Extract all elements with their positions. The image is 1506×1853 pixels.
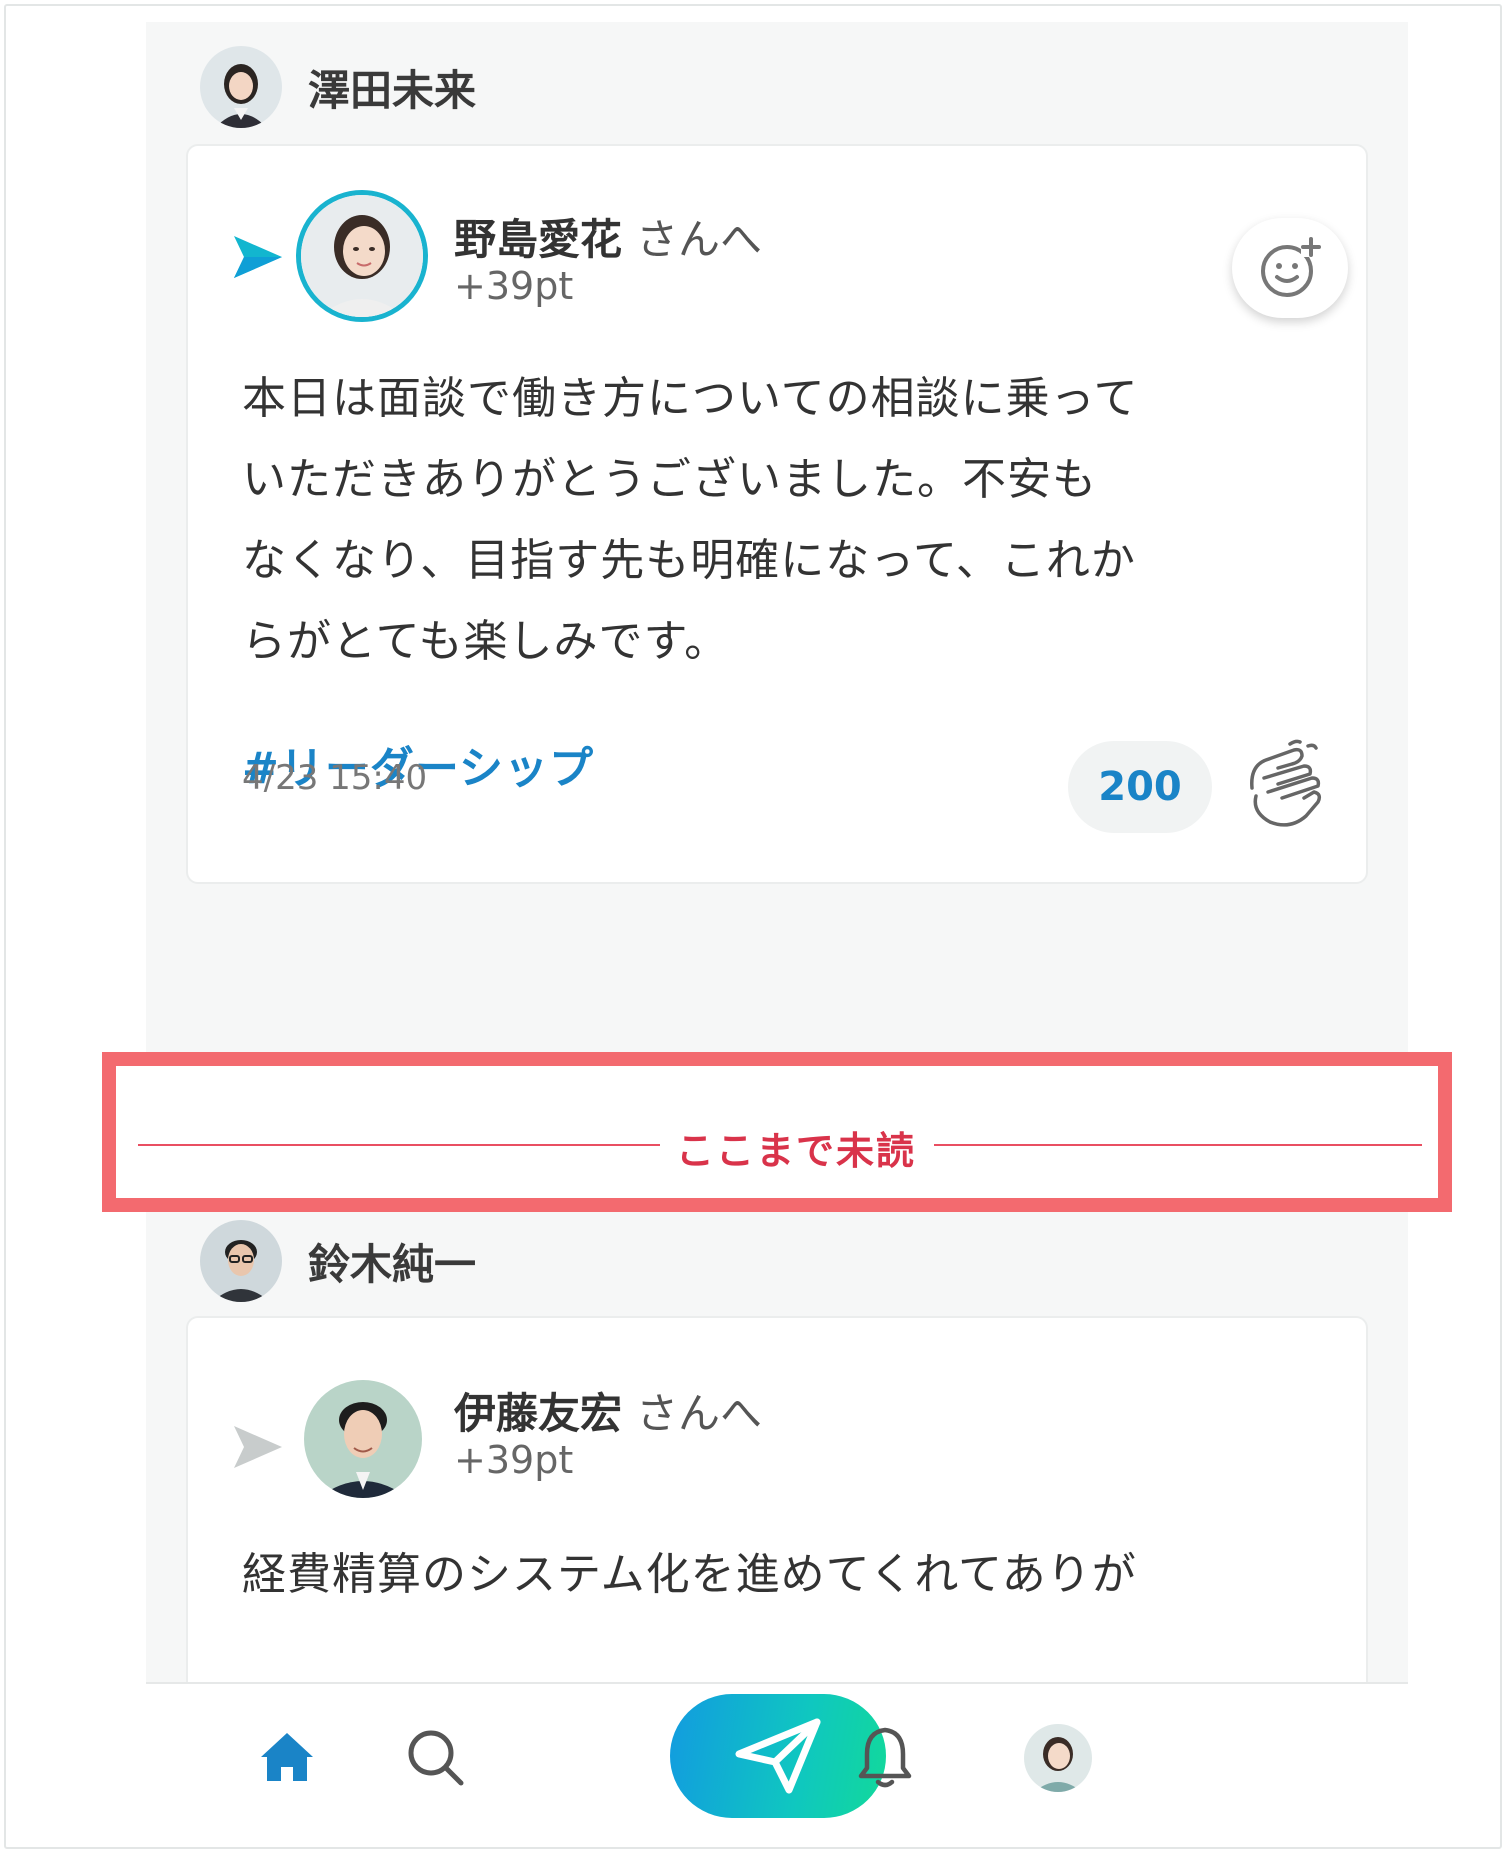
app-frame: 澤田未来 野島愛花 さんへ +39pt 本日は面談で働き方についての相談に乗って… (4, 4, 1502, 1849)
honorific: さんへ (636, 215, 763, 264)
recipient-avatar[interactable] (304, 1380, 422, 1498)
post-body: 経費精算のシステム化を進めてくれてありが (242, 1534, 1332, 1615)
clap-icon[interactable] (1234, 736, 1330, 832)
send-icon (735, 1718, 821, 1794)
post-timestamp: 4/23 15:40 (242, 758, 428, 798)
add-reaction-button[interactable] (1232, 218, 1348, 318)
bell-icon (858, 1727, 912, 1788)
send-arrow-icon (234, 236, 282, 278)
send-arrow-icon (234, 1426, 282, 1468)
nav-search[interactable] (400, 1722, 470, 1792)
post-body-line: 経費精算のシステム化を進めてくれてありが (242, 1549, 1137, 1600)
post-card[interactable]: 野島愛花 さんへ +39pt 本日は面談で働き方についての相談に乗って いただきあ… (186, 144, 1368, 884)
clap-count-badge[interactable]: 200 (1068, 741, 1212, 833)
sender-avatar[interactable] (200, 46, 282, 128)
home-icon (261, 1733, 313, 1781)
post-body: 本日は面談で働き方についての相談に乗って いただきありがとうございました。不安も… (242, 358, 1332, 682)
points: +39pt (454, 1438, 574, 1482)
post-sender[interactable]: 鈴木純一 (200, 1220, 476, 1302)
profile-avatar[interactable] (1024, 1724, 1092, 1792)
sender-name: 澤田未来 (308, 65, 477, 115)
sender-name: 鈴木純一 (308, 1239, 477, 1289)
bottom-navigation (146, 1682, 1408, 1846)
honorific: さんへ (636, 1389, 763, 1438)
recipient-name-line[interactable]: 野島愛花 さんへ (454, 206, 762, 267)
divider-line-right (934, 1144, 1422, 1146)
nav-home[interactable] (252, 1722, 322, 1792)
add-reaction-icon (1261, 237, 1321, 297)
recipient-avatar[interactable] (296, 190, 428, 322)
points: +39pt (454, 264, 574, 308)
timeline-feed[interactable]: 澤田未来 野島愛花 さんへ +39pt 本日は面談で働き方についての相談に乗って… (146, 22, 1408, 1682)
post-body-line: らがとても楽しみです。 (242, 616, 730, 667)
recipient-name: 伊藤友宏 (454, 1389, 623, 1438)
post-body-line: なくなり、目指す先も明確になって、これか (242, 535, 1136, 586)
post-body-line: 本日は面談で働き方についての相談に乗って (242, 373, 1139, 424)
recipient-name-line[interactable]: 伊藤友宏 さんへ (454, 1380, 762, 1441)
post-body-line: いただきありがとうございました。不安も (242, 454, 1097, 505)
recipient-name: 野島愛花 (454, 215, 623, 264)
unread-divider-highlight: ここまで未読 (102, 1052, 1452, 1212)
search-icon (408, 1730, 464, 1786)
sender-avatar[interactable] (200, 1220, 282, 1302)
unread-label: ここまで未読 (676, 1129, 917, 1173)
nav-notifications[interactable] (850, 1720, 920, 1794)
post-card[interactable]: 伊藤友宏 さんへ +39pt 経費精算のシステム化を進めてくれてありが (186, 1316, 1368, 1682)
post-sender[interactable]: 澤田未来 (200, 46, 476, 128)
divider-line-left (138, 1144, 660, 1146)
